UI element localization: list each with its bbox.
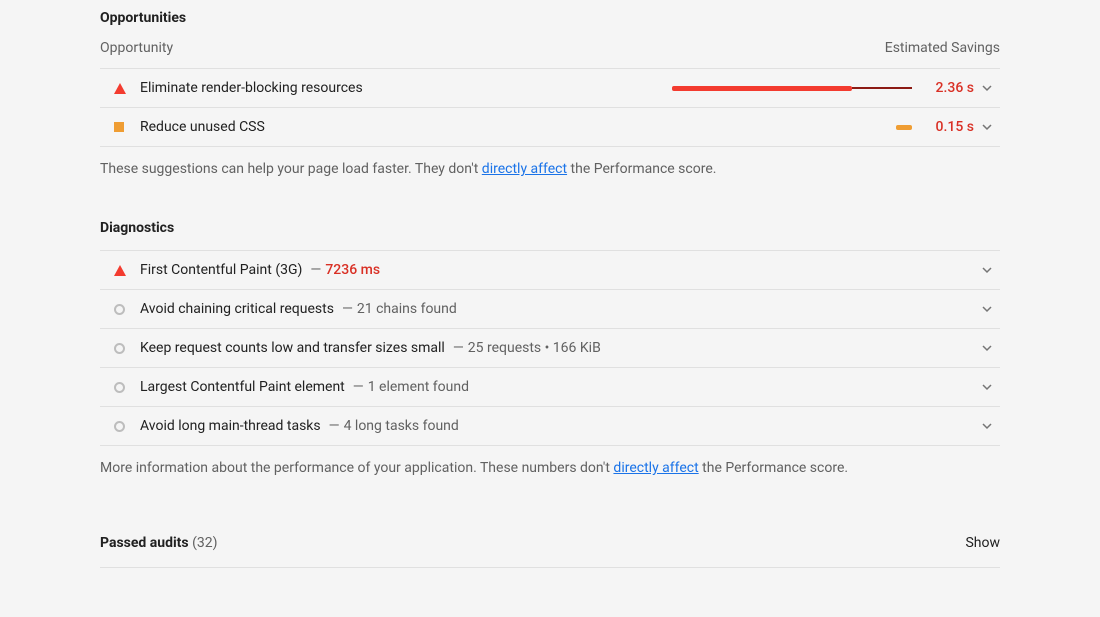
- diagnostic-label: Keep request counts low and transfer siz…: [140, 340, 445, 356]
- directly-affect-link[interactable]: directly affect: [613, 460, 698, 476]
- savings-value: 0.15 s: [926, 119, 974, 135]
- opportunities-title: Opportunities: [100, 10, 1000, 26]
- opportunity-label: Reduce unused CSS: [140, 119, 265, 135]
- info-icon: [114, 421, 125, 432]
- chevron-down-icon[interactable]: [974, 82, 1000, 94]
- diagnostics-title: Diagnostics: [100, 220, 1000, 236]
- warning-high-icon: [114, 265, 126, 276]
- diagnostic-row[interactable]: Avoid chaining critical requests — 21 ch…: [100, 290, 1000, 329]
- directly-affect-link[interactable]: directly affect: [482, 161, 567, 177]
- diagnostic-label: Avoid chaining critical requests: [140, 301, 334, 317]
- opportunity-row[interactable]: Eliminate render-blocking resources 2.36…: [100, 69, 1000, 108]
- diagnostic-row[interactable]: First Contentful Paint (3G) — 7236 ms: [100, 251, 1000, 290]
- diagnostic-row[interactable]: Largest Contentful Paint element — 1 ele…: [100, 368, 1000, 407]
- chevron-down-icon[interactable]: [974, 264, 1000, 276]
- diagnostic-row[interactable]: Keep request counts low and transfer siz…: [100, 329, 1000, 368]
- chevron-down-icon[interactable]: [974, 381, 1000, 393]
- diagnostic-detail: 4 long tasks found: [344, 418, 459, 434]
- diagnostic-row[interactable]: Avoid long main-thread tasks — 4 long ta…: [100, 407, 1000, 446]
- opportunity-label: Eliminate render-blocking resources: [140, 80, 363, 96]
- diagnostic-detail: 7236 ms: [325, 262, 380, 278]
- diagnostic-detail: 1 element found: [368, 379, 469, 395]
- opportunity-row[interactable]: Reduce unused CSS 0.15 s: [100, 108, 1000, 147]
- savings-bar: [672, 86, 912, 91]
- chevron-down-icon[interactable]: [974, 420, 1000, 432]
- opportunities-header: Opportunity Estimated Savings: [100, 40, 1000, 56]
- warning-medium-icon: [114, 122, 124, 132]
- diagnostic-detail: 21 chains found: [357, 301, 457, 317]
- diagnostics-helper: More information about the performance o…: [100, 458, 1000, 479]
- diagnostic-label: Avoid long main-thread tasks: [140, 418, 321, 434]
- opportunities-helper: These suggestions can help your page loa…: [100, 159, 1000, 180]
- savings-bar: [672, 125, 912, 130]
- info-icon: [114, 304, 125, 315]
- passed-audits-title: Passed audits: [100, 535, 189, 551]
- info-icon: [114, 343, 125, 354]
- passed-audits-row[interactable]: Passed audits (32) Show: [100, 519, 1000, 568]
- opportunities-col-right: Estimated Savings: [885, 40, 1000, 56]
- savings-value: 2.36 s: [926, 80, 974, 96]
- warning-high-icon: [114, 83, 126, 94]
- diagnostic-label: Largest Contentful Paint element: [140, 379, 345, 395]
- diagnostic-label: First Contentful Paint (3G): [140, 262, 302, 278]
- chevron-down-icon[interactable]: [974, 303, 1000, 315]
- chevron-down-icon[interactable]: [974, 121, 1000, 133]
- info-icon: [114, 382, 125, 393]
- chevron-down-icon[interactable]: [974, 342, 1000, 354]
- opportunities-col-left: Opportunity: [100, 40, 173, 56]
- diagnostic-detail: 25 requests • 166 KiB: [468, 340, 601, 356]
- show-button[interactable]: Show: [965, 535, 1000, 551]
